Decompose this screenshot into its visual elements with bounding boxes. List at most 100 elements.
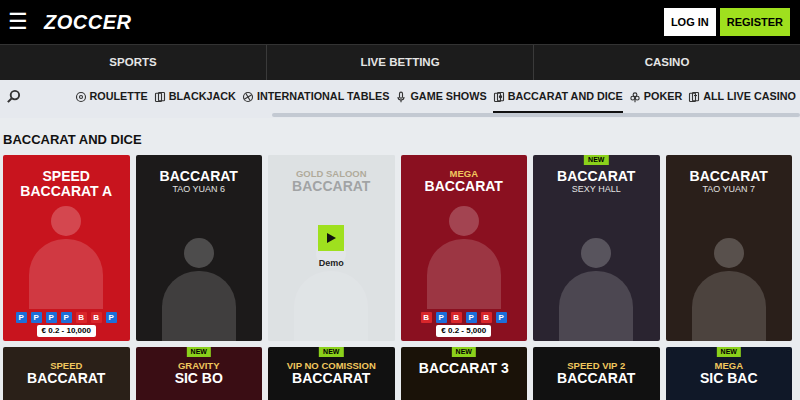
main-nav-label[interactable]: SPORTS	[109, 54, 156, 71]
game-tag: VIP NO COMISSION	[272, 361, 391, 371]
search-button[interactable]	[0, 89, 26, 104]
road-bead: P	[31, 312, 42, 323]
road-bead: B	[481, 312, 492, 323]
road-bead: P	[16, 312, 27, 323]
game-tile[interactable]: SPEED VIP 2BACCARAT	[533, 347, 660, 400]
new-badge: NEW	[717, 347, 741, 357]
category-scrollbar[interactable]	[0, 113, 800, 118]
dealer-body	[692, 271, 766, 341]
road-bead: P	[106, 312, 117, 323]
main-nav-tab[interactable]: CASINO	[534, 45, 800, 80]
category-label[interactable]: BACCARAT AND DICE	[508, 88, 623, 104]
scroll-thumb[interactable]	[272, 113, 800, 117]
game-tile[interactable]: MEGABACCARAT BPBPBP € 0.2 - 5,000	[401, 155, 528, 341]
demo-overlay[interactable]: Demo	[268, 155, 395, 341]
game-footer: PPPPBBP€ 0.2 - 10,000	[3, 309, 130, 341]
category-tab[interactable]: BLACKJACK	[154, 80, 236, 112]
game-tile[interactable]: SPEED BACCARAT APPPPBBP€ 0.2 - 10,000	[3, 155, 130, 341]
register-button[interactable]: REGISTER	[720, 8, 790, 36]
new-badge: NEW	[584, 155, 608, 165]
road-bead: P	[496, 312, 507, 323]
play-icon	[325, 232, 337, 244]
category-label[interactable]: INTERNATIONAL TABLES	[257, 88, 390, 104]
category-label[interactable]: ALL LIVE CASINO	[703, 88, 796, 104]
new-badge: NEW	[452, 347, 476, 357]
category-label[interactable]: GAME SHOWS	[410, 88, 486, 104]
game-title: SIC BAC	[670, 371, 789, 386]
new-badge: NEW	[187, 347, 211, 357]
category-tab[interactable]: BACCARAT AND DICE	[493, 80, 623, 112]
game-tag: SPEED	[7, 361, 126, 371]
brand-area: ☰ ZOCCER	[8, 11, 131, 33]
category-label[interactable]: POKER	[644, 88, 682, 104]
dealer-picture	[136, 197, 263, 341]
category-tab[interactable]: POKER	[629, 80, 682, 112]
road-bead: P	[61, 312, 72, 323]
dealer-picture	[666, 197, 793, 341]
category-tab[interactable]: ALL LIVE CASINO	[688, 80, 796, 112]
game-tile[interactable]: BACCARATTAO YUAN 6	[136, 155, 263, 341]
site-logo[interactable]: ZOCCER	[44, 12, 131, 32]
bead-road: BPBPBP	[421, 312, 507, 323]
dealer-picture	[136, 389, 263, 400]
main-nav-label[interactable]: CASINO	[645, 54, 690, 71]
game-subtitle: TAO YUAN 7	[670, 185, 789, 195]
game-title: BACCARAT	[537, 371, 656, 386]
cards-icon	[154, 91, 166, 103]
game-footer: BPBPBP € 0.2 - 5,000	[401, 309, 528, 341]
game-tile[interactable]: NEWGRAVITYSIC BO	[136, 347, 263, 400]
road-bead: B	[451, 312, 462, 323]
category-label[interactable]: BLACKJACK	[169, 88, 236, 104]
dealer-picture	[3, 202, 130, 310]
bet-limits: € 0.2 - 5,000	[436, 325, 491, 337]
games-grid: SPEED BACCARAT APPPPBBP€ 0.2 - 10,000BAC…	[0, 155, 800, 400]
game-tag: MEGA	[405, 169, 524, 179]
main-nav-tab[interactable]: LIVE BETTING	[267, 45, 534, 80]
game-tile[interactable]: NEWBACCARAT 3	[401, 347, 528, 400]
category-tab[interactable]: ROULETTE	[75, 80, 148, 112]
game-title: BACCARAT	[405, 179, 524, 194]
bet-limits: € 0.2 - 10,000	[37, 325, 96, 337]
main-nav-label[interactable]: LIVE BETTING	[360, 54, 439, 71]
game-tile[interactable]: NEW VIP NO COMISSIONBACCARAT	[268, 347, 395, 400]
dealer-body	[427, 239, 501, 309]
dealer-body	[162, 271, 236, 341]
game-title-block: BACCARATTAO YUAN 6	[136, 155, 263, 197]
dealer-head	[581, 238, 611, 268]
game-subtitle: TAO YUAN 6	[140, 185, 259, 195]
category-label[interactable]: ROULETTE	[90, 88, 148, 104]
dealer-picture	[268, 389, 395, 400]
game-tile[interactable]: NEW MEGASIC BAC	[666, 347, 793, 400]
game-title: SPEED BACCARAT A	[7, 169, 126, 200]
dealer-picture	[401, 378, 528, 400]
category-tab[interactable]: INTERNATIONAL TABLES	[242, 80, 390, 112]
game-tile[interactable]: GOLD SALOONBACCARATDemo	[268, 155, 395, 341]
new-badge: NEW	[319, 347, 343, 357]
login-button[interactable]: LOG IN	[664, 8, 716, 36]
play-button[interactable]	[318, 225, 344, 251]
game-title: BACCARAT	[670, 169, 789, 184]
game-tile[interactable]: NEWBACCARATSEXY HALL	[533, 155, 660, 341]
main-nav-tab[interactable]: SPORTS	[0, 45, 267, 80]
menu-icon[interactable]: ☰	[8, 11, 28, 33]
dealer-head	[714, 238, 744, 268]
category-bar: ROULETTE BLACKJACK INTERNATIONAL TABLES GAM…	[0, 80, 800, 113]
dealer-picture	[3, 389, 130, 400]
game-tile[interactable]: SPEEDBACCARAT	[3, 347, 130, 400]
road-bead: P	[436, 312, 447, 323]
roulette-icon	[75, 91, 87, 103]
game-tile[interactable]: BACCARATTAO YUAN 7	[666, 155, 793, 341]
cards-icon	[493, 91, 505, 103]
main-nav: SPORTS LIVE BETTING CASINO	[0, 44, 800, 80]
globe-icon	[242, 91, 254, 103]
dealer-picture	[666, 389, 793, 400]
category-tab[interactable]: GAME SHOWS	[395, 80, 486, 112]
game-tag: SPEED VIP 2	[537, 361, 656, 371]
search-icon	[6, 89, 21, 104]
demo-label[interactable]: Demo	[319, 257, 344, 271]
game-title: SIC BO	[140, 371, 259, 386]
game-title: BACCARAT	[272, 371, 391, 386]
game-tag: MEGA	[670, 361, 789, 371]
game-title-block: BACCARATTAO YUAN 7	[666, 155, 793, 197]
road-bead: B	[76, 312, 87, 323]
